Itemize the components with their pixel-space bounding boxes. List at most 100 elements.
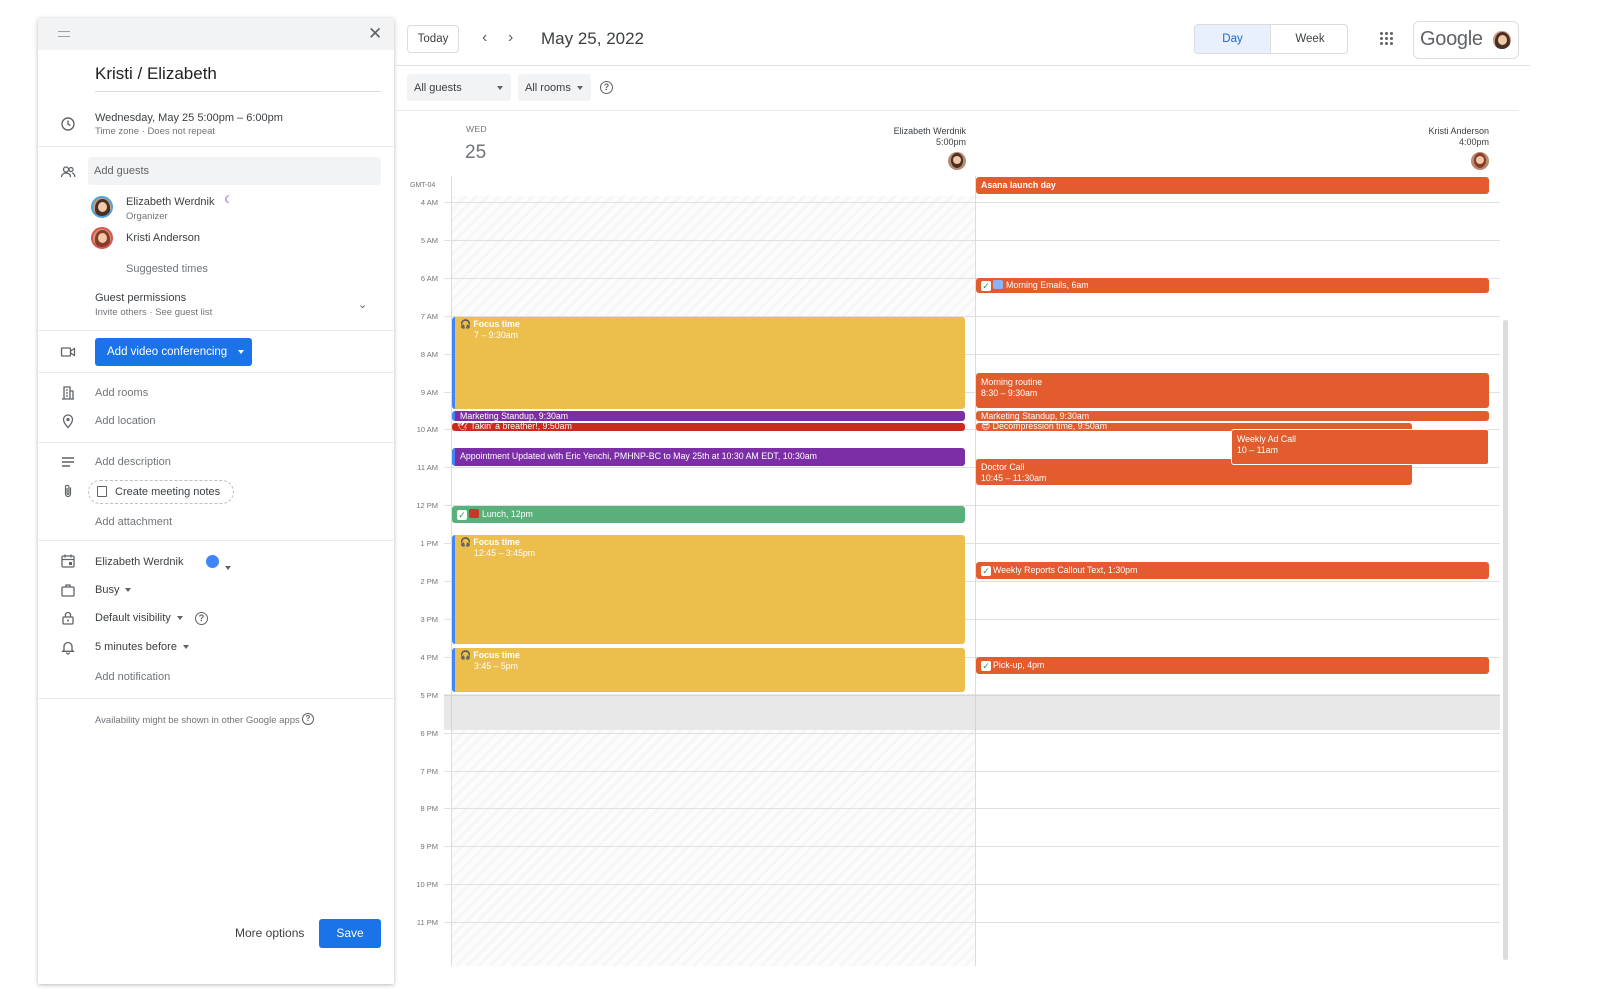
event-time: 10:45 – 11:30am <box>981 473 1047 483</box>
chevron-left-icon[interactable]: ‹ <box>482 29 487 47</box>
chevron-right-icon[interactable]: › <box>508 29 513 47</box>
event-marketing-standup[interactable]: Marketing Standup, 9:30am <box>452 411 965 421</box>
avatar <box>1491 29 1513 51</box>
event-morning-routine[interactable]: Morning routine 8:30 – 9:30am <box>976 373 1489 408</box>
bell-icon <box>60 639 76 655</box>
divider <box>38 372 394 373</box>
timezone-label: GMT-04 <box>410 182 436 189</box>
view-week-button[interactable]: Week <box>1272 25 1347 53</box>
caret-down-icon <box>577 86 583 90</box>
save-button[interactable]: Save <box>319 919 381 948</box>
more-options-button[interactable]: More options <box>235 926 304 940</box>
calendar-color-swatch[interactable] <box>206 555 219 568</box>
help-icon[interactable]: ? <box>302 713 314 725</box>
email-icon <box>993 280 1003 289</box>
paperclip-icon <box>60 483 76 499</box>
event-weekly-ad-call[interactable]: Weekly Ad Call 10 – 11am <box>1231 429 1489 465</box>
add-attachment-link[interactable]: Add attachment <box>95 516 172 528</box>
location-pin-icon <box>60 413 76 429</box>
hour-label: 9 PM <box>420 842 438 852</box>
all-rooms-filter[interactable]: All rooms <box>518 74 591 101</box>
visibility-label: Default visibility <box>95 612 171 624</box>
moon-icon: ☾ <box>224 195 233 206</box>
event-breather[interactable]: 🕊 Takin' a breather!, 9:50am <box>452 423 965 431</box>
event-date-time[interactable]: Wednesday, May 25 5:00pm – 6:00pm <box>95 112 283 124</box>
hour-label: 10 AM <box>416 425 438 435</box>
add-rooms-link[interactable]: Add rooms <box>95 387 148 399</box>
emoji-icon: 😎 <box>981 423 991 431</box>
caret-down-icon[interactable] <box>225 559 231 577</box>
event-time: 10 – 11am <box>1237 445 1278 455</box>
person-name: Elizabeth Werdnik <box>893 126 966 136</box>
today-button[interactable]: Today <box>407 25 459 53</box>
close-icon[interactable]: ✕ <box>368 25 382 42</box>
guest-permissions-label[interactable]: Guest permissions <box>95 292 186 304</box>
video-button-label: Add video conferencing <box>107 346 228 358</box>
caret-down-icon <box>125 588 132 593</box>
day-number[interactable]: 25 <box>465 142 486 164</box>
timezone-repeat[interactable]: Time zone · Does not repeat <box>95 126 215 137</box>
lock-icon <box>60 610 76 626</box>
event-all-day[interactable]: Asana launch day <box>976 177 1489 194</box>
event-lunch[interactable]: ✓ Lunch, 12pm <box>452 506 965 523</box>
event-focus-time[interactable]: 🎧 Focus time 7 – 9:30am <box>452 317 965 409</box>
hour-gridline <box>444 922 1500 924</box>
scrollbar[interactable] <box>1503 320 1508 960</box>
event-title: Takin' a breather!, 9:50am <box>470 423 572 431</box>
guest-permissions-sub: Invite others · See guest list <box>95 307 213 318</box>
checkbox-icon: ✓ <box>981 281 991 291</box>
event-marketing-standup[interactable]: Marketing Standup, 9:30am <box>976 411 1489 421</box>
hour-label: 9 AM <box>420 387 438 397</box>
google-apps-icon[interactable] <box>1380 32 1394 46</box>
event-title: Marketing Standup, 9:30am <box>981 411 1090 421</box>
event-title: Decompression time, 9:50am <box>992 423 1108 431</box>
event-title: Appointment Updated with Eric Yenchi, PM… <box>460 451 817 461</box>
hour-label: 6 PM <box>420 728 438 738</box>
hour-label: 7 PM <box>420 766 438 776</box>
current-date-title: May 25, 2022 <box>541 29 645 48</box>
hour-gridline <box>444 770 1500 772</box>
hour-label: 8 PM <box>420 804 438 814</box>
event-focus-time[interactable]: 🎧 Focus time 3:45 – 5pm <box>452 648 965 692</box>
event-title: Focus time <box>473 319 520 329</box>
event-appointment[interactable]: Appointment Updated with Eric Yenchi, PM… <box>452 448 965 466</box>
event-pickup[interactable]: ✓ Pick-up, 4pm <box>976 657 1489 674</box>
clock-icon <box>60 116 76 132</box>
caret-down-icon <box>182 645 189 650</box>
event-morning-emails[interactable]: ✓ Morning Emails, 6am <box>976 278 1489 293</box>
event-weekly-reports[interactable]: ✓ Weekly Reports Callout Text, 1:30pm <box>976 562 1489 579</box>
help-icon[interactable]: ? <box>195 612 208 625</box>
header-divider <box>396 65 1530 66</box>
all-guests-filter[interactable]: All guests <box>407 74 511 101</box>
out-of-hours-region <box>452 730 975 966</box>
add-description-input[interactable]: Add description <box>95 456 171 468</box>
caret-down-icon[interactable] <box>238 350 244 354</box>
notification-select[interactable]: 5 minutes before <box>95 641 189 653</box>
event-title-input[interactable]: Kristi / Elizabeth <box>95 64 381 92</box>
hour-label: 8 AM <box>420 349 438 359</box>
suggested-times-link[interactable]: Suggested times <box>126 263 208 275</box>
add-video-conferencing-button[interactable]: Add video conferencing <box>95 338 252 366</box>
event-title: Doctor Call <box>981 462 1025 472</box>
visibility-select[interactable]: Default visibility <box>95 612 183 624</box>
avatar <box>948 152 966 170</box>
view-day-button[interactable]: Day <box>1195 25 1271 53</box>
create-meeting-notes-button[interactable]: Create meeting notes <box>88 480 234 504</box>
drag-handle-icon[interactable] <box>58 31 70 37</box>
calendar-owner[interactable]: Elizabeth Werdnik <box>95 556 183 568</box>
add-location-input[interactable]: Add location <box>95 415 156 427</box>
busy-select[interactable]: Busy <box>95 584 132 596</box>
help-icon[interactable]: ? <box>600 81 613 94</box>
out-of-hours-region <box>452 196 975 318</box>
proposed-event-slot[interactable] <box>444 694 1500 730</box>
hour-label: 4 PM <box>420 652 438 662</box>
person-local-time: 5:00pm <box>935 137 966 147</box>
event-focus-time[interactable]: 🎧 Focus time 12:45 – 3:45pm <box>452 535 965 644</box>
add-guests-input[interactable]: Add guests <box>88 157 381 185</box>
person-column-header: Kristi Anderson 4:00pm <box>1383 126 1489 148</box>
account-chip[interactable]: Google <box>1413 21 1519 59</box>
divider <box>38 540 394 541</box>
hour-gridline <box>444 732 1500 734</box>
add-notification-link[interactable]: Add notification <box>95 671 170 683</box>
chevron-down-icon[interactable]: ⌄ <box>358 298 367 311</box>
